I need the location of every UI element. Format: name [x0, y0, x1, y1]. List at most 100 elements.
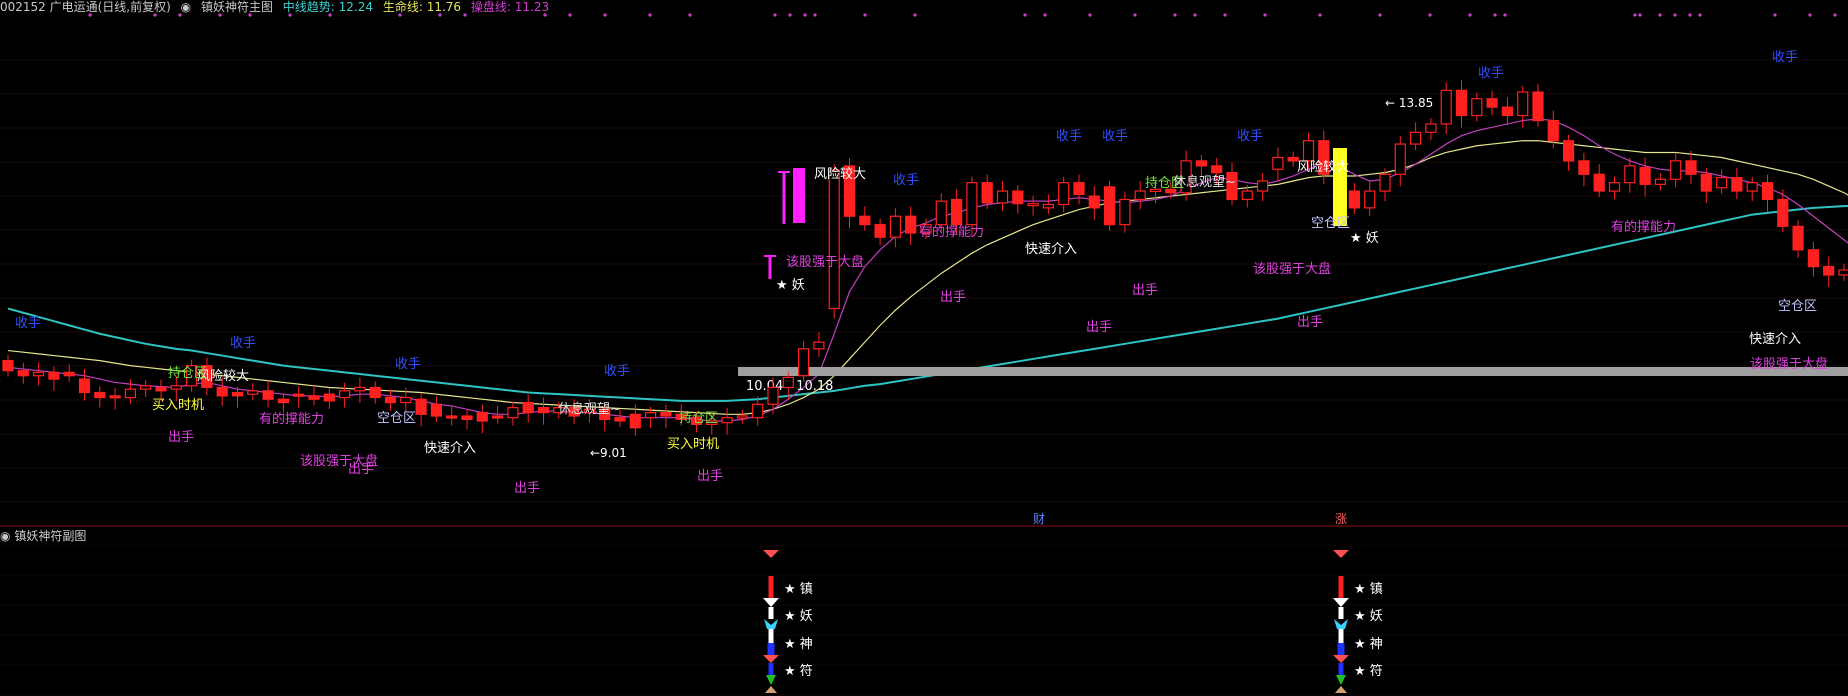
candle-body — [507, 407, 519, 419]
candle-body — [1639, 166, 1651, 185]
candle-body — [293, 393, 305, 397]
annotation-label: 出手 — [168, 430, 194, 445]
candle-body — [170, 385, 182, 390]
signal-dot — [1318, 13, 1322, 17]
candle-body — [828, 169, 840, 310]
signal-dot — [1493, 13, 1497, 17]
signal-dot — [1673, 13, 1677, 17]
candle-body — [1241, 190, 1253, 201]
candle-body — [1777, 198, 1789, 227]
candle-body — [78, 378, 91, 394]
candle-body — [369, 386, 381, 399]
candle-body — [277, 398, 289, 404]
sub-chart-title[interactable]: 镇妖神符副图 — [14, 529, 86, 543]
signal-dot — [803, 13, 807, 17]
arrow-down-icon — [1336, 675, 1346, 685]
annotation-label: 该股强于大盘 — [786, 254, 864, 270]
signal-dot — [1833, 13, 1837, 17]
indicator-name[interactable]: 镇妖神符主图 — [201, 0, 273, 14]
candle-body — [721, 417, 733, 424]
crown-icon — [763, 550, 779, 558]
signal-dot — [863, 13, 867, 17]
candle-body — [1042, 203, 1055, 209]
collapse-icon[interactable]: ◉ — [181, 0, 191, 14]
diamond-icon — [763, 598, 779, 607]
totem-bar-blue — [767, 643, 775, 655]
annotation-label: 收手 — [230, 336, 256, 351]
life-line-value: 生命线: 11.76 — [382, 0, 462, 14]
sub-signal-label: ★ 镇 — [1354, 582, 1383, 597]
candle-body — [109, 395, 121, 399]
candle-body — [537, 407, 550, 414]
candle-body — [1195, 160, 1208, 167]
candle-body — [782, 376, 794, 389]
annotation-label: 收手 — [395, 357, 421, 372]
operate-line-value: 操盘线: 11.23 — [470, 0, 550, 14]
stock-title[interactable]: 002152 广电运通(日线,前复权) — [0, 0, 171, 14]
annotation-label: 该股强于大盘 — [300, 453, 378, 469]
annotation-label: 持仓区 — [168, 366, 207, 381]
candle-body — [1058, 182, 1070, 206]
candle-body — [323, 393, 335, 402]
signal-dot — [813, 13, 817, 17]
annotation-label: 空仓区 — [1778, 299, 1817, 314]
candle-body — [1471, 98, 1483, 117]
sub-indicator-chart[interactable]: ★ 镇 ★ 妖 ★ 神 ★ 符 ★ 镇 ★ 妖 ★ 神 ★ 符 — [0, 545, 1848, 696]
candle-body — [1685, 160, 1697, 175]
totem-bar-red — [1338, 576, 1344, 598]
annotation-label: 休息观望~ — [1173, 174, 1236, 190]
candle-body — [400, 396, 412, 404]
main-price-chart[interactable]: 10.04 - 10.18 收手收手收手收手收手收手收手收手收手收手出手出手出手… — [0, 0, 1848, 527]
signal-totem-left: ★ 镇 ★ 妖 ★ 神 ★ 符 — [763, 550, 813, 693]
candle-body — [124, 388, 137, 399]
candle-body — [644, 412, 657, 419]
candle-body — [1394, 143, 1406, 175]
annotation-label: 出手 — [940, 290, 966, 305]
sub-collapse-icon[interactable]: ◉ — [0, 529, 10, 543]
candle-body — [461, 415, 473, 420]
candle-body — [339, 390, 351, 399]
candle-body — [492, 415, 504, 419]
butterfly-icon — [764, 619, 778, 629]
annotation-label: 风险较大 — [1297, 160, 1349, 175]
candle-body — [935, 200, 947, 226]
signal-dot — [1263, 13, 1267, 17]
signal-dot — [1658, 13, 1662, 17]
candle-body — [1256, 180, 1269, 192]
candle-body — [48, 371, 60, 380]
annotation-label: 有的撑能力 — [1611, 219, 1676, 235]
annotation-label: 空仓区 — [1311, 216, 1350, 231]
candle-body — [1746, 182, 1758, 192]
signal-dot — [648, 13, 652, 17]
signal-dot — [1193, 13, 1197, 17]
candle-body — [247, 390, 259, 395]
annotation-label: 买入时机 — [667, 437, 719, 452]
candle-body — [262, 390, 274, 400]
crown-icon — [1333, 550, 1349, 558]
annotation-label: 风险较大 — [814, 167, 866, 182]
signal-dot — [1698, 13, 1702, 17]
annotation-label: 快速介入 — [424, 441, 476, 456]
totem-bar-white — [768, 629, 774, 645]
totem-bar-red — [768, 576, 774, 598]
marker-cai: 财 — [1033, 512, 1045, 526]
candle-body — [629, 413, 641, 429]
annotation-label: 收手 — [1772, 50, 1798, 65]
price-low-label: ←9.01 — [590, 446, 627, 460]
signal-dot — [1773, 13, 1777, 17]
candle-body — [17, 370, 29, 377]
signal-dot — [1223, 13, 1227, 17]
candle-body — [446, 415, 458, 419]
candle-body — [1715, 177, 1728, 189]
totem-bar-blue — [1337, 643, 1345, 655]
signal-dot — [688, 13, 692, 17]
signal-dot — [568, 13, 572, 17]
candle-body — [660, 412, 672, 417]
mid-trend-value: 中线趋势: 12.24 — [282, 0, 374, 14]
candle-body — [813, 341, 825, 350]
annotation-label: 有的撑能力 — [259, 411, 324, 427]
annotation-label: 收手 — [1478, 66, 1504, 81]
signal-dot — [913, 13, 917, 17]
candle-body — [1302, 140, 1315, 162]
sub-signal-label: ★ 妖 — [1354, 609, 1383, 624]
